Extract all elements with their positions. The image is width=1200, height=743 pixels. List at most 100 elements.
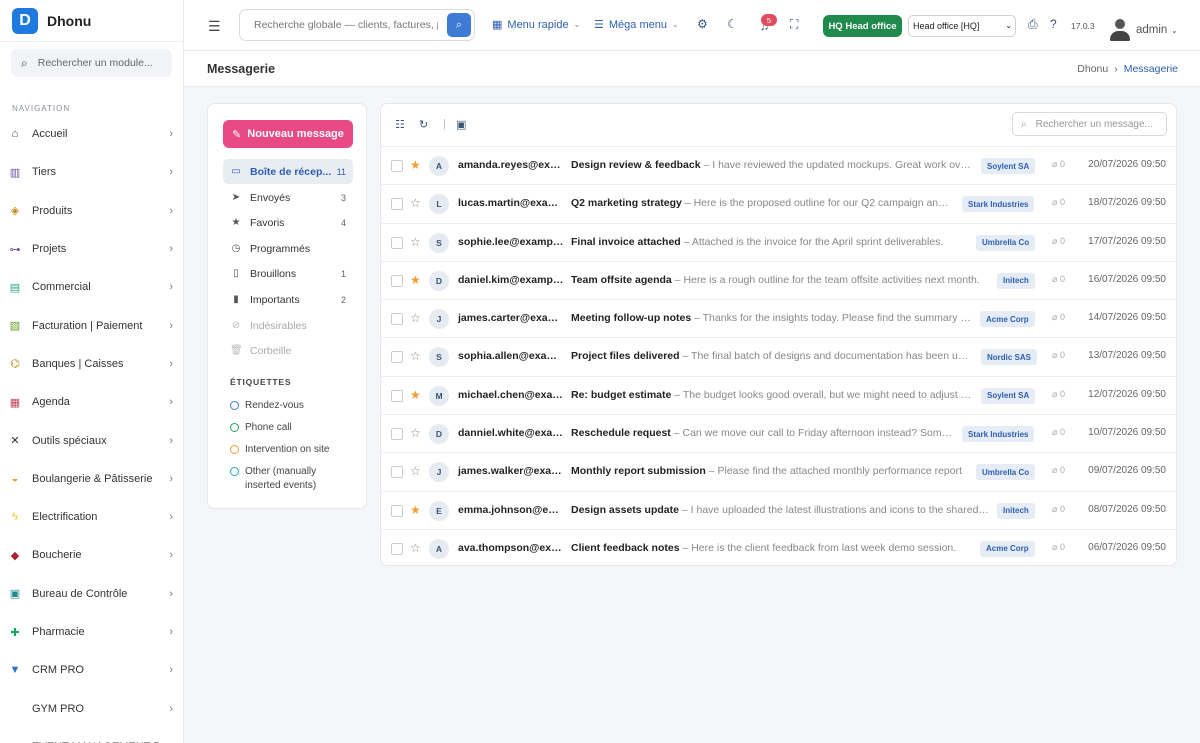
gear-icon[interactable]: ⚙ bbox=[697, 17, 708, 31]
username[interactable]: admin bbox=[1136, 24, 1167, 36]
hq-badge[interactable]: HQ Head office bbox=[823, 15, 902, 37]
message-row[interactable]: ★ E emma.johnson@example.com Design asse… bbox=[381, 492, 1176, 530]
sidebar-item-7[interactable]: ▦ Agenda › bbox=[0, 383, 183, 421]
sidebar-item-12[interactable]: ▣ Bureau de Contrôle › bbox=[0, 575, 183, 613]
message-subject-line: Design assets update – I have uploaded t… bbox=[571, 504, 989, 516]
mega-menu-button[interactable]: ☰ Méga menu ⌄ bbox=[594, 18, 679, 32]
folder-6[interactable]: ⊘ Indésirables bbox=[223, 313, 353, 338]
refresh-icon[interactable]: ↻ bbox=[419, 118, 428, 131]
message-checkbox[interactable] bbox=[391, 160, 403, 172]
label-item-1[interactable]: Phone call bbox=[230, 421, 350, 435]
folder-0[interactable]: ▭ Boîte de récep... 11 bbox=[223, 159, 353, 184]
building-icon: ▥ bbox=[9, 166, 21, 179]
message-checkbox[interactable] bbox=[391, 351, 403, 364]
folder-4[interactable]: ▯ Brouillons 1 bbox=[223, 261, 353, 286]
sidebar-item-5[interactable]: ▧ Facturation | Paiement › bbox=[0, 306, 183, 344]
message-row[interactable]: ☆ A ava.thompson@example.com Client feed… bbox=[381, 530, 1176, 565]
sidebar-item-8[interactable]: ✕ Outils spéciaux › bbox=[0, 421, 183, 459]
paperclip-icon: ⌀ bbox=[1052, 388, 1058, 399]
list-view-icon[interactable]: ☷ bbox=[395, 118, 405, 131]
message-checkbox[interactable] bbox=[391, 466, 403, 479]
message-row[interactable]: ☆ L lucas.martin@example.com Q2 marketin… bbox=[381, 185, 1176, 224]
fullscreen-icon[interactable]: ⛶ bbox=[790, 17, 798, 32]
search-button[interactable]: ⌕ bbox=[447, 13, 471, 37]
sidebar-item-label: Electrification bbox=[32, 511, 98, 524]
sidebar-item-9[interactable]: ◒ Boulangerie & Pâtisserie › bbox=[0, 460, 183, 498]
folder-label: Brouillons bbox=[250, 267, 297, 280]
breadcrumb-home[interactable]: Dhonu bbox=[1077, 63, 1108, 75]
sidebar-item-14[interactable]: ▼ CRM PRO › bbox=[0, 651, 183, 689]
chevron-right-icon: › bbox=[169, 587, 173, 600]
message-search-input[interactable]: ⌕ Rechercher un message... bbox=[1012, 112, 1167, 136]
star-icon[interactable]: ★ bbox=[410, 158, 421, 172]
message-checkbox[interactable] bbox=[391, 504, 403, 517]
sidebar-item-10[interactable]: ϟ Electrification › bbox=[0, 498, 183, 536]
avatar[interactable] bbox=[1110, 19, 1130, 41]
star-icon[interactable]: ★ bbox=[410, 388, 421, 402]
message-checkbox[interactable] bbox=[391, 428, 403, 441]
module-search-input[interactable]: ⌕ Rechercher un module... bbox=[11, 49, 172, 77]
star-icon[interactable]: ☆ bbox=[410, 464, 421, 478]
sidebar-item-16[interactable]: ▬EVENT MANAGEMENT P...› bbox=[0, 728, 183, 743]
folder-7[interactable]: 🗑 Corbeille bbox=[223, 338, 353, 363]
new-message-button[interactable]: ✎ Nouveau message bbox=[223, 120, 353, 148]
message-row[interactable]: ★ D daniel.kim@example.com Team offsite … bbox=[381, 262, 1176, 301]
company-badge: Stark Industries bbox=[962, 426, 1035, 443]
message-row[interactable]: ☆ S sophie.lee@example.com Final invoice… bbox=[381, 224, 1176, 262]
message-row[interactable]: ☆ S sophia.allen@example.com Project fil… bbox=[381, 338, 1176, 377]
sidebar-item-0[interactable]: ⌂ Accueil › bbox=[0, 115, 183, 153]
message-row[interactable]: ☆ J james.carter@example.com Meeting fol… bbox=[381, 300, 1176, 339]
folder-1[interactable]: ➤ Envoyés 3 bbox=[223, 185, 353, 210]
sidebar-item-4[interactable]: ▤ Commercial › bbox=[0, 268, 183, 306]
folder-3[interactable]: ◷ Programmés bbox=[223, 236, 353, 261]
sidebar-item-6[interactable]: ⌬ Banques | Caisses › bbox=[0, 345, 183, 383]
sidebar-item-11[interactable]: ◆ Boucherie › bbox=[0, 536, 183, 574]
sidebar-item-label: Agenda bbox=[32, 396, 70, 409]
sidebar-item-label: Facturation | Paiement bbox=[32, 319, 143, 332]
sidebar-item-label: Banques | Caisses bbox=[32, 357, 124, 370]
sidebar-item-1[interactable]: ▥ Tiers › bbox=[0, 153, 183, 191]
message-checkbox[interactable] bbox=[391, 389, 403, 402]
message-row[interactable]: ★ A amanda.reyes@example.com Design revi… bbox=[381, 147, 1176, 186]
office-select[interactable]: Head office [HQ] ⌄ bbox=[908, 15, 1016, 37]
star-icon[interactable]: ☆ bbox=[410, 311, 421, 325]
menu-toggle-icon[interactable]: ☰ bbox=[208, 18, 221, 35]
help-icon[interactable]: ? bbox=[1050, 17, 1057, 31]
breadcrumb-current: Messagerie bbox=[1123, 63, 1178, 75]
star-icon[interactable]: ☆ bbox=[410, 235, 421, 249]
quick-menu-button[interactable]: ▦ Menu rapide ⌄ bbox=[492, 18, 580, 32]
message-checkbox[interactable] bbox=[391, 313, 403, 326]
label-item-2[interactable]: Intervention on site bbox=[230, 443, 350, 457]
folder-label: Envoyés bbox=[250, 191, 291, 204]
message-checkbox[interactable] bbox=[391, 198, 403, 211]
message-row[interactable]: ★ M michael.chen@example.com Re: budget … bbox=[381, 377, 1176, 416]
home-icon: ⌂ bbox=[11, 128, 19, 141]
sidebar-item-15[interactable]: GYM PRO › bbox=[0, 689, 183, 727]
moon-icon[interactable]: ☾ bbox=[727, 17, 738, 31]
sidebar-item-3[interactable]: ⊶ Projets › bbox=[0, 230, 183, 268]
sidebar-item-2[interactable]: ◈ Produits › bbox=[0, 192, 183, 230]
star-icon[interactable]: ★ bbox=[410, 503, 421, 517]
folder-5[interactable]: ▮ Importants 2 bbox=[223, 287, 353, 312]
print-icon[interactable]: ⎙ bbox=[1028, 17, 1038, 32]
star-icon[interactable]: ☆ bbox=[410, 541, 421, 555]
brand[interactable]: D Dhonu bbox=[0, 0, 183, 42]
global-search-input[interactable]: Recherche globale — clients, factures, p… bbox=[239, 9, 475, 41]
star-icon[interactable]: ☆ bbox=[410, 426, 421, 440]
star-icon[interactable]: ★ bbox=[410, 273, 421, 287]
message-row[interactable]: ☆ D danniel.white@example.com Reschedule… bbox=[381, 415, 1176, 454]
message-row[interactable]: ☆ J james.walker@example.com Monthly rep… bbox=[381, 453, 1176, 492]
message-sender: james.carter@example.com bbox=[458, 312, 564, 325]
star-icon[interactable]: ☆ bbox=[410, 196, 421, 210]
label-item-3[interactable]: Other (manually inserted events) bbox=[230, 465, 350, 492]
folder-2[interactable]: ★ Favoris 4 bbox=[223, 210, 353, 235]
sidebar-item-13[interactable]: ✚ Pharmacie › bbox=[0, 613, 183, 651]
message-checkbox[interactable] bbox=[391, 236, 403, 249]
star-icon[interactable]: ☆ bbox=[410, 349, 421, 363]
message-checkbox[interactable] bbox=[391, 542, 403, 555]
chevron-down-icon[interactable]: ⌄ bbox=[1171, 26, 1178, 35]
label-item-0[interactable]: Rendez-vous bbox=[230, 399, 350, 413]
message-checkbox[interactable] bbox=[391, 274, 403, 287]
new-message-label: Nouveau message bbox=[247, 128, 344, 140]
calendar-icon[interactable]: ▣ bbox=[456, 118, 466, 131]
